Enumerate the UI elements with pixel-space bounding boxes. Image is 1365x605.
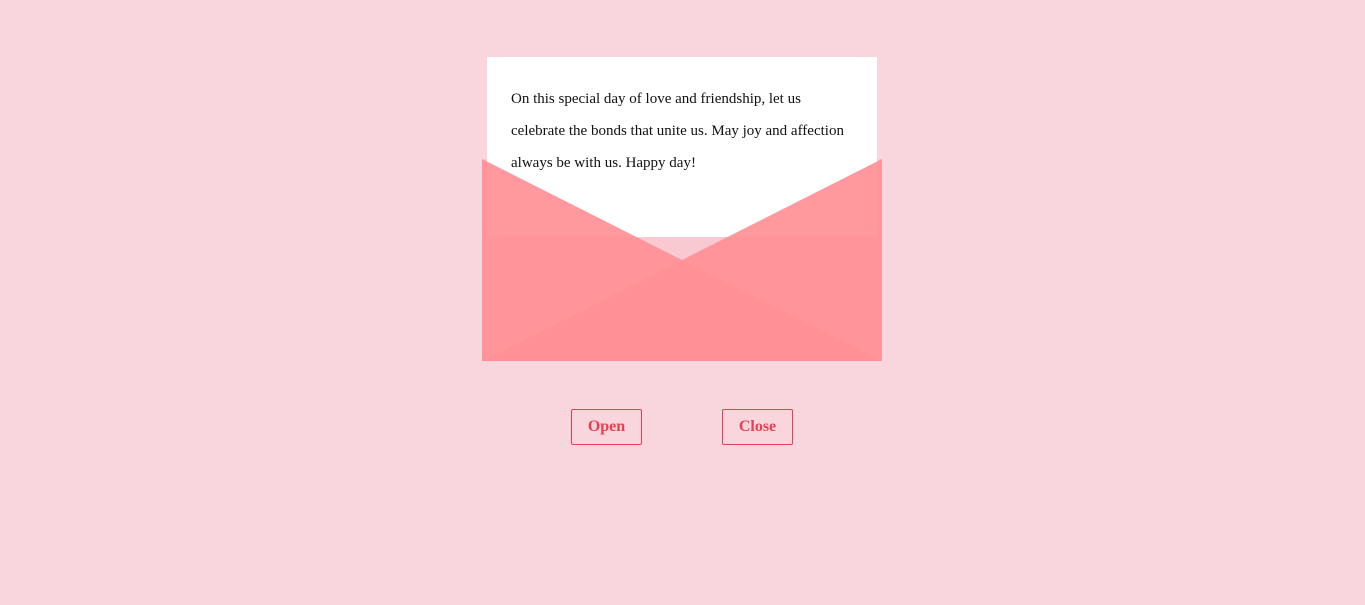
page: On this special day of love and friendsh… [0,0,1365,605]
close-button[interactable]: Close [722,409,793,445]
envelope-flaps [482,159,882,361]
button-row: Open Close [0,409,1365,445]
envelope: On this special day of love and friendsh… [482,57,882,361]
envelope-flaps-graphic [482,159,882,361]
open-button[interactable]: Open [571,409,642,445]
